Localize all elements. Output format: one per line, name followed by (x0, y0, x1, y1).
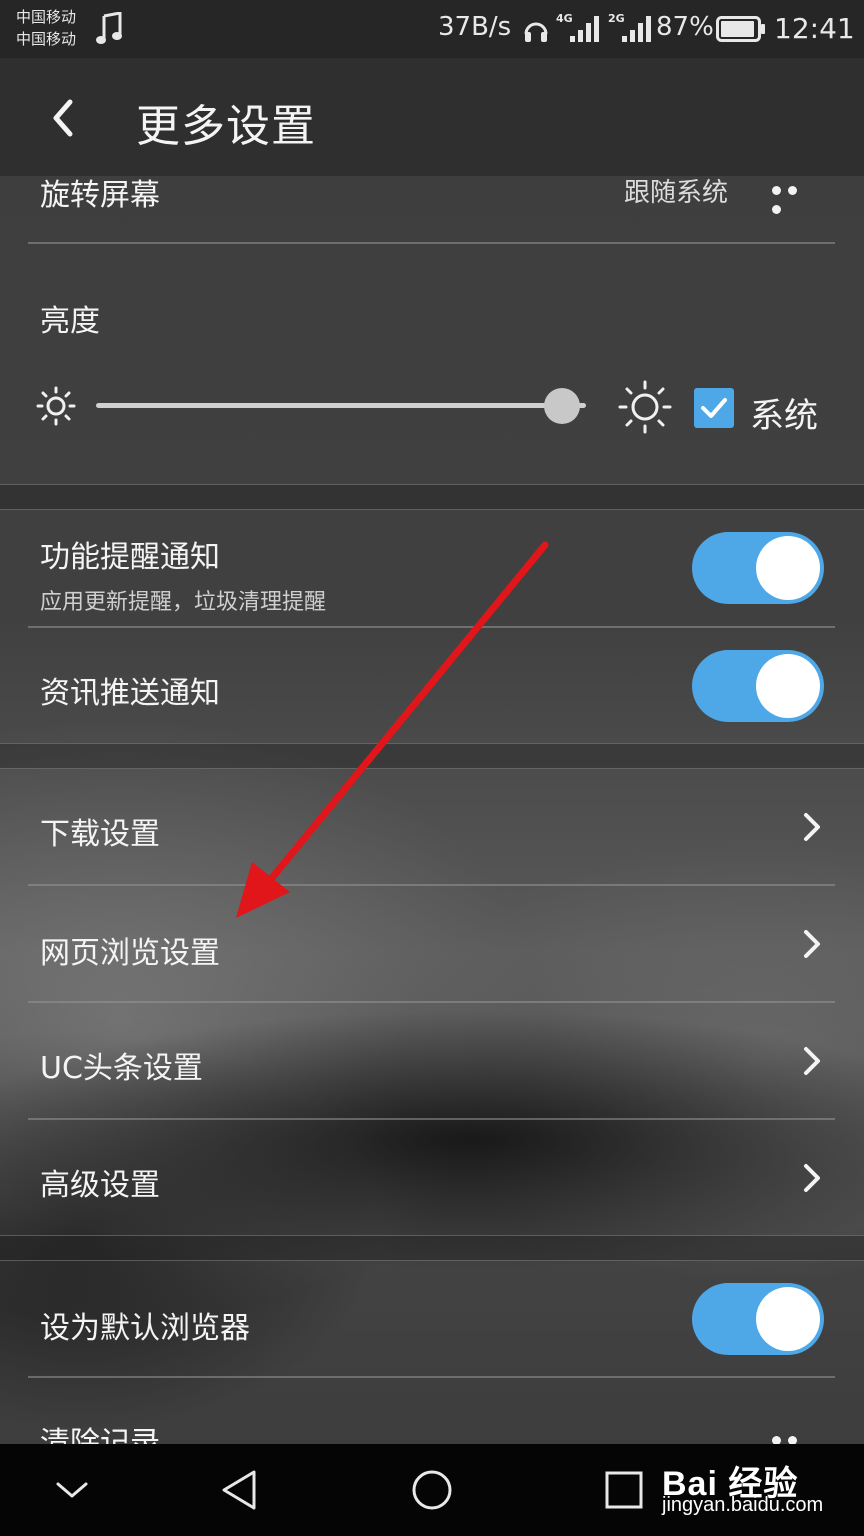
recents-square-icon[interactable] (600, 1466, 648, 1514)
back-arrow-icon[interactable] (36, 88, 96, 148)
annotation-arrow (236, 541, 549, 918)
watermark-url: jingyan.baidu.com (662, 1494, 824, 1516)
back-triangle-icon[interactable] (216, 1466, 264, 1514)
screen: 中国移动 中国移动 37B/s 4G 2G 87% 12:41 更多设置 旋转屏… (0, 0, 864, 1536)
hide-keyboard-chevron-icon[interactable] (48, 1466, 96, 1514)
app-header: 更多设置 (0, 58, 864, 176)
home-circle-icon[interactable] (408, 1466, 456, 1514)
page-title: 更多设置 (136, 101, 316, 152)
